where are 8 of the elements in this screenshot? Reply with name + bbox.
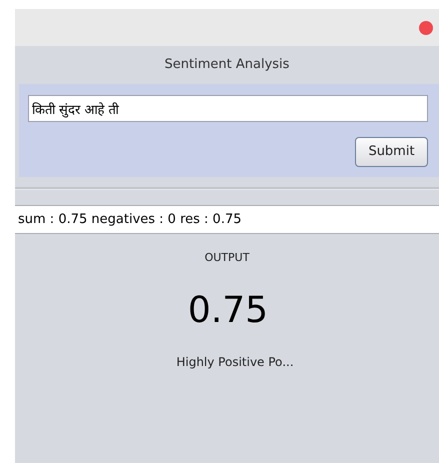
close-button[interactable] xyxy=(419,20,433,34)
details-field[interactable]: sum : 0.75 negatives : 0 res : 0.75 xyxy=(15,205,439,234)
window-title: Sentiment Analysis xyxy=(164,56,290,74)
verdict-text: Highly Positive Po... xyxy=(175,354,294,370)
score-value: 0.75 xyxy=(186,288,268,332)
text-input-field[interactable]: किती सुंदर आहे ती xyxy=(28,95,428,122)
submit-button[interactable]: Submit xyxy=(355,137,428,167)
output-heading: OUTPUT xyxy=(204,250,250,266)
